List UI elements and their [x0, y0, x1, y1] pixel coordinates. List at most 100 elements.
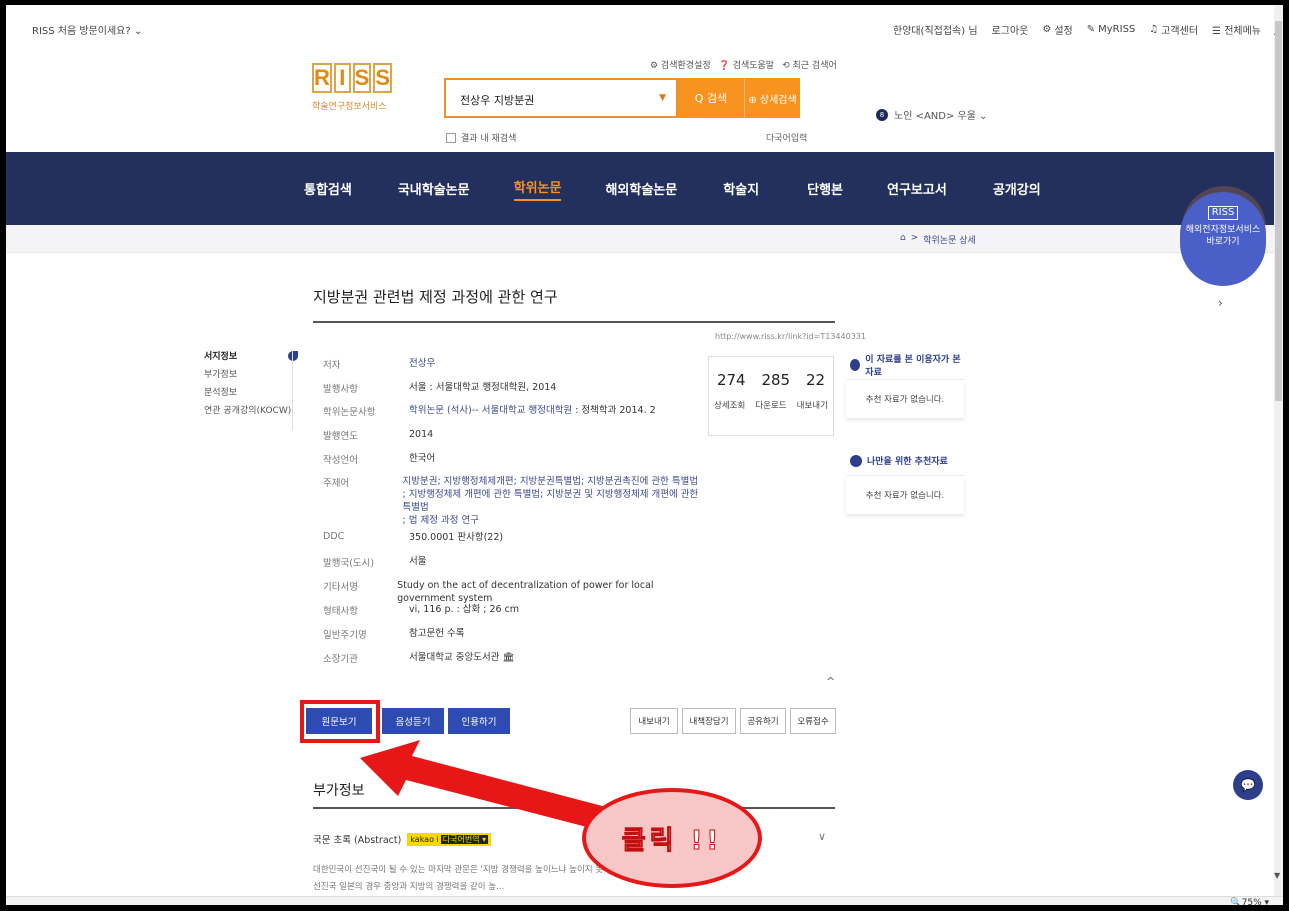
- exports-label: 내보내기: [796, 401, 828, 411]
- abstract-line: 대한민국이 선진국이 될 수 있는 마지막 관문은 '지방 경쟁력을 높이느냐 …: [313, 865, 637, 875]
- nav-books[interactable]: 단행본: [807, 179, 843, 198]
- search-within-label: 결과 내 재검색: [461, 134, 517, 144]
- dropdown-caret-icon[interactable]: ▼: [659, 93, 666, 103]
- nav-reports[interactable]: 연구보고서: [887, 179, 947, 198]
- keywords-line[interactable]: 지방분권; 지방행정체제개편; 지방분권특별법; 지방분권촉진에 관한 특별법: [403, 475, 704, 488]
- views-count: 274: [716, 371, 746, 389]
- chevron-down-icon[interactable]: ∨: [818, 830, 826, 843]
- section-heading: 부가정보: [313, 783, 365, 799]
- meta-value: 2014: [409, 429, 434, 440]
- meta-label: 작성언어: [323, 455, 358, 466]
- home-icon[interactable]: ⌂: [900, 233, 906, 246]
- breadcrumb-bar: ⌂ > 학위논문 상세: [6, 225, 1274, 253]
- myriss-label: MyRISS: [1098, 24, 1136, 35]
- trending-keyword[interactable]: 8 노인 <AND> 우울 ⌄: [876, 107, 988, 122]
- author-link[interactable]: 전상우: [409, 358, 435, 369]
- share-button[interactable]: 공유하기: [740, 708, 786, 734]
- abstract-line: 선진국 일본의 경우 중앙과 지방의 경쟁력을 같이 높...: [313, 882, 505, 892]
- myriss-link[interactable]: ✎ MyRISS: [1087, 24, 1136, 35]
- overseas-service-button[interactable]: RISS 해외전자정보서비스 바로가기: [1180, 192, 1266, 286]
- abstract-text: 대한민국이 선진국이 될 수 있는 마지막 관문은 '지방 경쟁력을 높이느냐 …: [313, 862, 873, 896]
- meta-label: 발행국(도시): [323, 558, 375, 569]
- scrollbar[interactable]: ▲ ▼: [1274, 5, 1283, 896]
- settings-label: 설정: [1054, 26, 1073, 37]
- nav-journals[interactable]: 학술지: [723, 179, 759, 198]
- thesis-link[interactable]: 학위논문 (석사)-- 서울대학교 행정대학원: [409, 405, 572, 416]
- logo-subtitle: 학술연구정보서비스: [312, 102, 387, 112]
- utility-bar: RISS 처음 방문이세요? ⌄ 한양대(직접접속) 님 로그아웃 ⚙ 설정 ✎ M…: [6, 5, 1271, 49]
- cite-button[interactable]: 인용하기: [448, 708, 510, 734]
- recommend-others-title: 이 자료를 본 이용자가 본 자료: [865, 354, 961, 378]
- advanced-search-button[interactable]: ⊕ 상세검색: [744, 78, 800, 118]
- tab-additional[interactable]: 부가정보: [204, 366, 291, 384]
- views-label: 상세조회: [714, 401, 746, 411]
- gear-icon: ⚙: [1042, 24, 1052, 35]
- search-value: 전상우 지방분권: [460, 94, 535, 107]
- nav-domestic-papers[interactable]: 국내학술논문: [398, 179, 470, 198]
- side-tabs: 서지정보 부가정보 분석정보 연관 공개강의(KOCW): [204, 348, 298, 420]
- settings-link[interactable]: ⚙ 설정: [1042, 22, 1072, 37]
- search-within-checkbox[interactable]: 결과 내 재검색: [446, 131, 516, 144]
- click-annotation: 클릭 !!: [582, 788, 762, 888]
- title-divider: [313, 321, 835, 323]
- scroll-down-icon[interactable]: ▼: [1274, 871, 1280, 880]
- nav-overseas-papers[interactable]: 해외학술논문: [605, 179, 677, 198]
- status-bar: 🔍75% ▾: [6, 896, 1283, 911]
- exports-count: 22: [805, 371, 826, 389]
- meta-value: 서울대학교 중앙도서관: [409, 652, 500, 663]
- riss-logo[interactable]: R I S S 학술연구정보서비스: [312, 63, 392, 112]
- checkbox-icon[interactable]: [446, 132, 456, 143]
- tab-bibliographic[interactable]: 서지정보: [204, 348, 291, 366]
- report-error-button[interactable]: 오류접수: [790, 708, 836, 734]
- nav-integrated-search[interactable]: 통합검색: [304, 179, 352, 198]
- nav-theses[interactable]: 학위논문: [513, 177, 562, 201]
- recommend-me-panel: 나만을 위한 추천자료 추천 자료가 없습니다.: [846, 446, 964, 514]
- chat-icon[interactable]: 💬: [1233, 770, 1263, 800]
- meta-label: 학위논문사항: [323, 407, 376, 418]
- all-menu-link[interactable]: ☰ 전체메뉴: [1212, 22, 1261, 37]
- logo-letter: I: [333, 63, 351, 93]
- overseas-line2: 바로가기: [1206, 237, 1240, 247]
- logo-letter: R: [312, 63, 332, 93]
- users-icon: [850, 358, 861, 371]
- meta-label: 저자: [323, 360, 341, 371]
- tab-analysis[interactable]: 분석정보: [204, 384, 291, 402]
- search-settings-link[interactable]: ⚙ 검색환경설정: [650, 58, 711, 71]
- chevron-up-icon[interactable]: ^: [826, 675, 835, 688]
- scroll-thumb[interactable]: [1275, 21, 1282, 401]
- downloads-count: 285: [761, 371, 791, 389]
- keywords-line[interactable]: ; 법 제정 과정 연구: [403, 514, 704, 527]
- highlight-box: [300, 700, 380, 743]
- page-title: 지방분권 관련법 제정 과정에 관한 연구: [313, 288, 558, 306]
- multilang-input-link[interactable]: 다국어입력: [766, 131, 807, 144]
- permalink[interactable]: http://www.riss.kr/link?id=T13440331: [715, 332, 866, 341]
- person-icon: [850, 454, 862, 467]
- mic-icon: ♫: [1149, 24, 1159, 35]
- support-link[interactable]: ♫ 고객센터: [1149, 22, 1198, 37]
- meta-label: 발행연도: [323, 431, 358, 442]
- screenshot-border: [0, 0, 1289, 911]
- listen-button[interactable]: 음성듣기: [382, 708, 444, 734]
- user-name: 한양대(직접접속) 님: [892, 26, 978, 37]
- chevron-right-icon[interactable]: ›: [1218, 296, 1223, 310]
- tab-related-lectures[interactable]: 연관 공개강의(KOCW): [204, 402, 291, 420]
- support-label: 고객센터: [1161, 26, 1199, 37]
- zoom-control[interactable]: 🔍75% ▾: [1230, 898, 1269, 908]
- export-button[interactable]: 내보내기: [630, 708, 678, 734]
- meta-value: 참고문헌 수록: [409, 628, 465, 639]
- first-visit-link[interactable]: RISS 처음 방문이세요? ⌄: [32, 22, 142, 37]
- recommend-others-empty: 추천 자료가 없습니다.: [846, 380, 964, 418]
- search-input[interactable]: 전상우 지방분권 ▼: [444, 78, 678, 118]
- library-icon[interactable]: 🏛: [502, 652, 514, 663]
- logout-link[interactable]: 로그아웃: [992, 22, 1029, 37]
- meta-label: 주제어: [323, 478, 350, 489]
- nav-lectures[interactable]: 공개강의: [993, 179, 1041, 198]
- search-button[interactable]: Q 검색: [678, 78, 744, 118]
- search-help-link[interactable]: ❓ 검색도움말: [719, 58, 774, 71]
- meta-value: vi, 116 p. : 삽화 ; 26 cm: [409, 604, 520, 615]
- recent-search-link[interactable]: ⟲ 최근 검색어: [782, 58, 837, 71]
- meta-value: 350.0001 판사항(22): [409, 532, 504, 543]
- save-to-shelf-button[interactable]: 내책장담기: [682, 708, 736, 734]
- meta-value: Study on the act of decentralization of …: [397, 580, 654, 604]
- keywords-line[interactable]: ; 지방행정체제 개편에 관한 특별법; 지방분권 및 지방행정체제 개편에 관…: [403, 488, 704, 514]
